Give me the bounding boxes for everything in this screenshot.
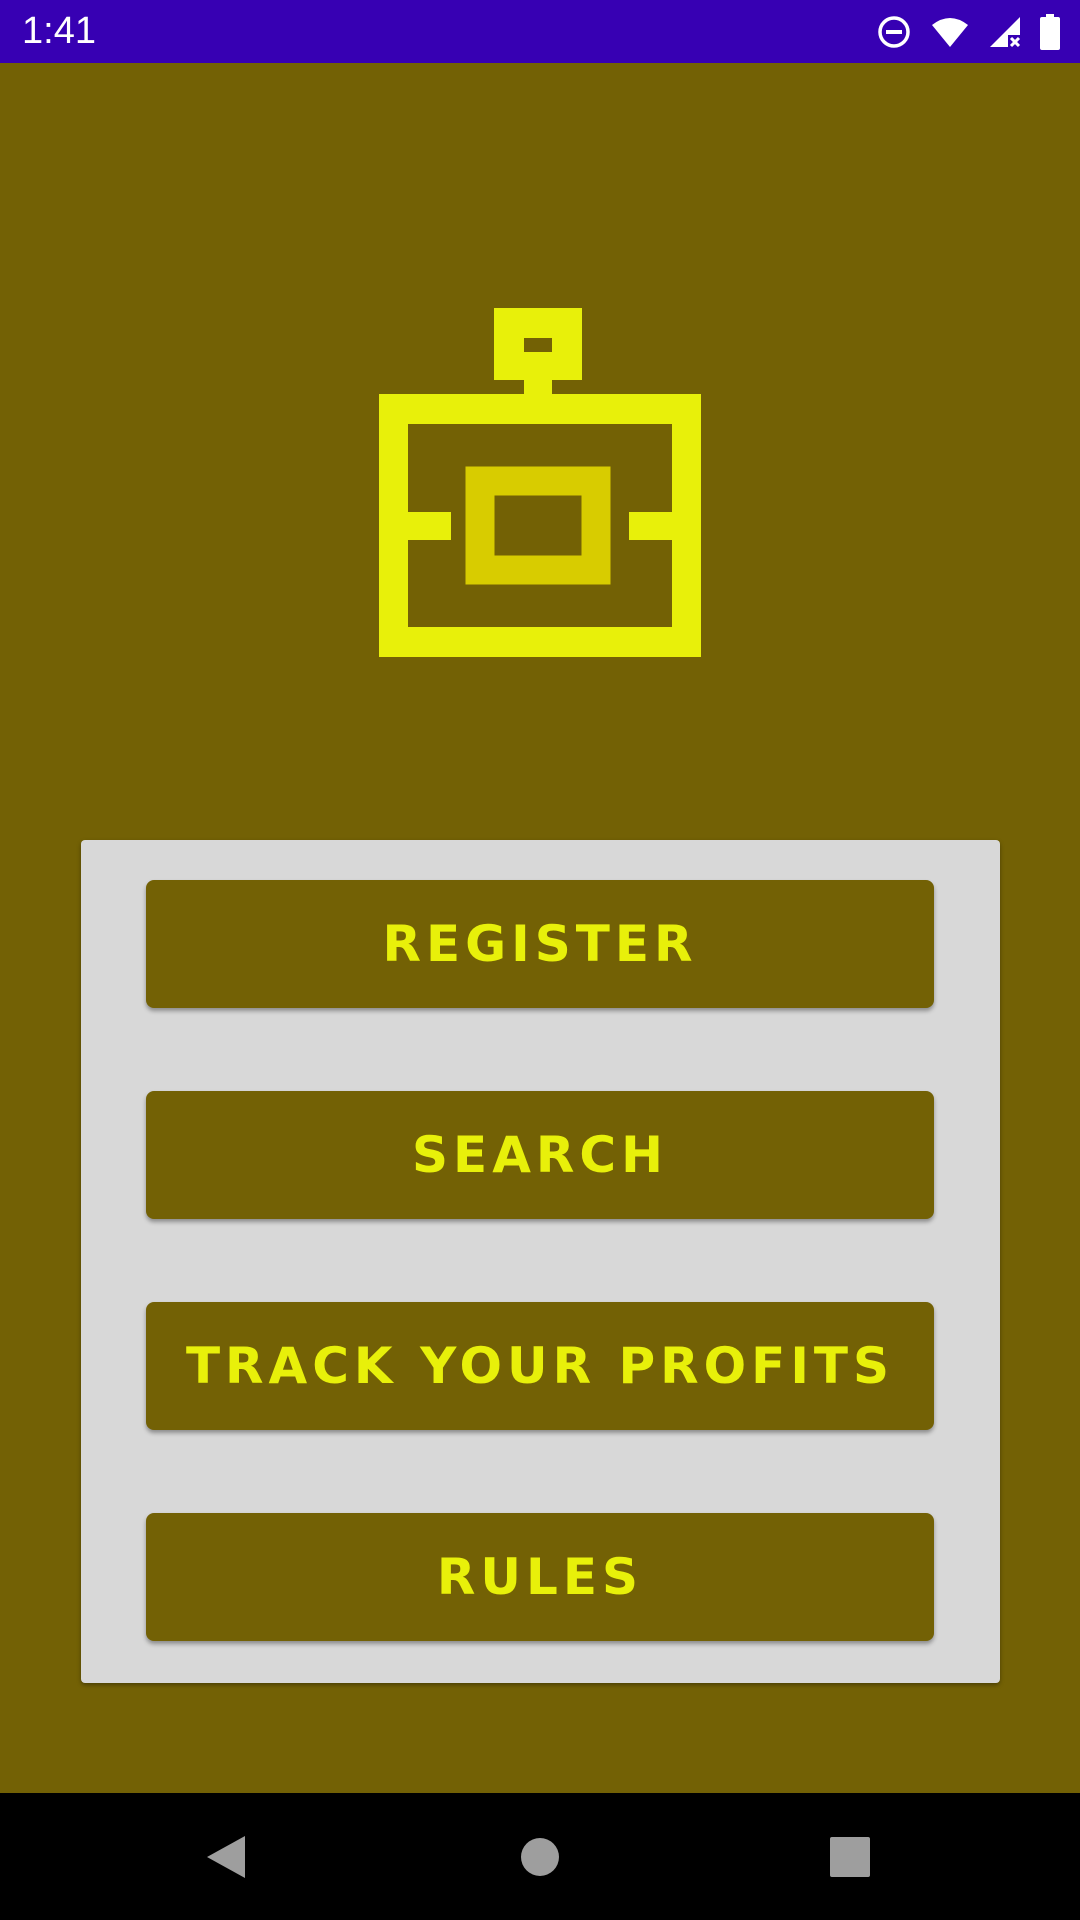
recents-icon[interactable] bbox=[814, 1821, 886, 1893]
status-time: 1:41 bbox=[22, 10, 96, 52]
status-bar: 1:41 bbox=[0, 0, 1080, 63]
status-icons bbox=[876, 12, 1060, 52]
app-content: REGISTER SEARCH TRACK YOUR PROFITS RULES bbox=[0, 63, 1080, 1793]
signal-icon bbox=[988, 15, 1022, 49]
wifi-icon bbox=[930, 15, 970, 49]
do-not-disturb-icon bbox=[876, 14, 912, 50]
search-button[interactable]: SEARCH bbox=[146, 1091, 934, 1219]
home-icon[interactable] bbox=[504, 1821, 576, 1893]
register-button[interactable]: REGISTER bbox=[146, 880, 934, 1008]
bottle-chest-logo-icon bbox=[378, 308, 702, 660]
rules-button[interactable]: RULES bbox=[146, 1513, 934, 1641]
navigation-bar bbox=[0, 1793, 1080, 1920]
back-icon[interactable] bbox=[190, 1821, 262, 1893]
track-your-profits-button[interactable]: TRACK YOUR PROFITS bbox=[146, 1302, 934, 1430]
menu-card: REGISTER SEARCH TRACK YOUR PROFITS RULES bbox=[81, 840, 1000, 1683]
battery-icon bbox=[1040, 14, 1060, 50]
